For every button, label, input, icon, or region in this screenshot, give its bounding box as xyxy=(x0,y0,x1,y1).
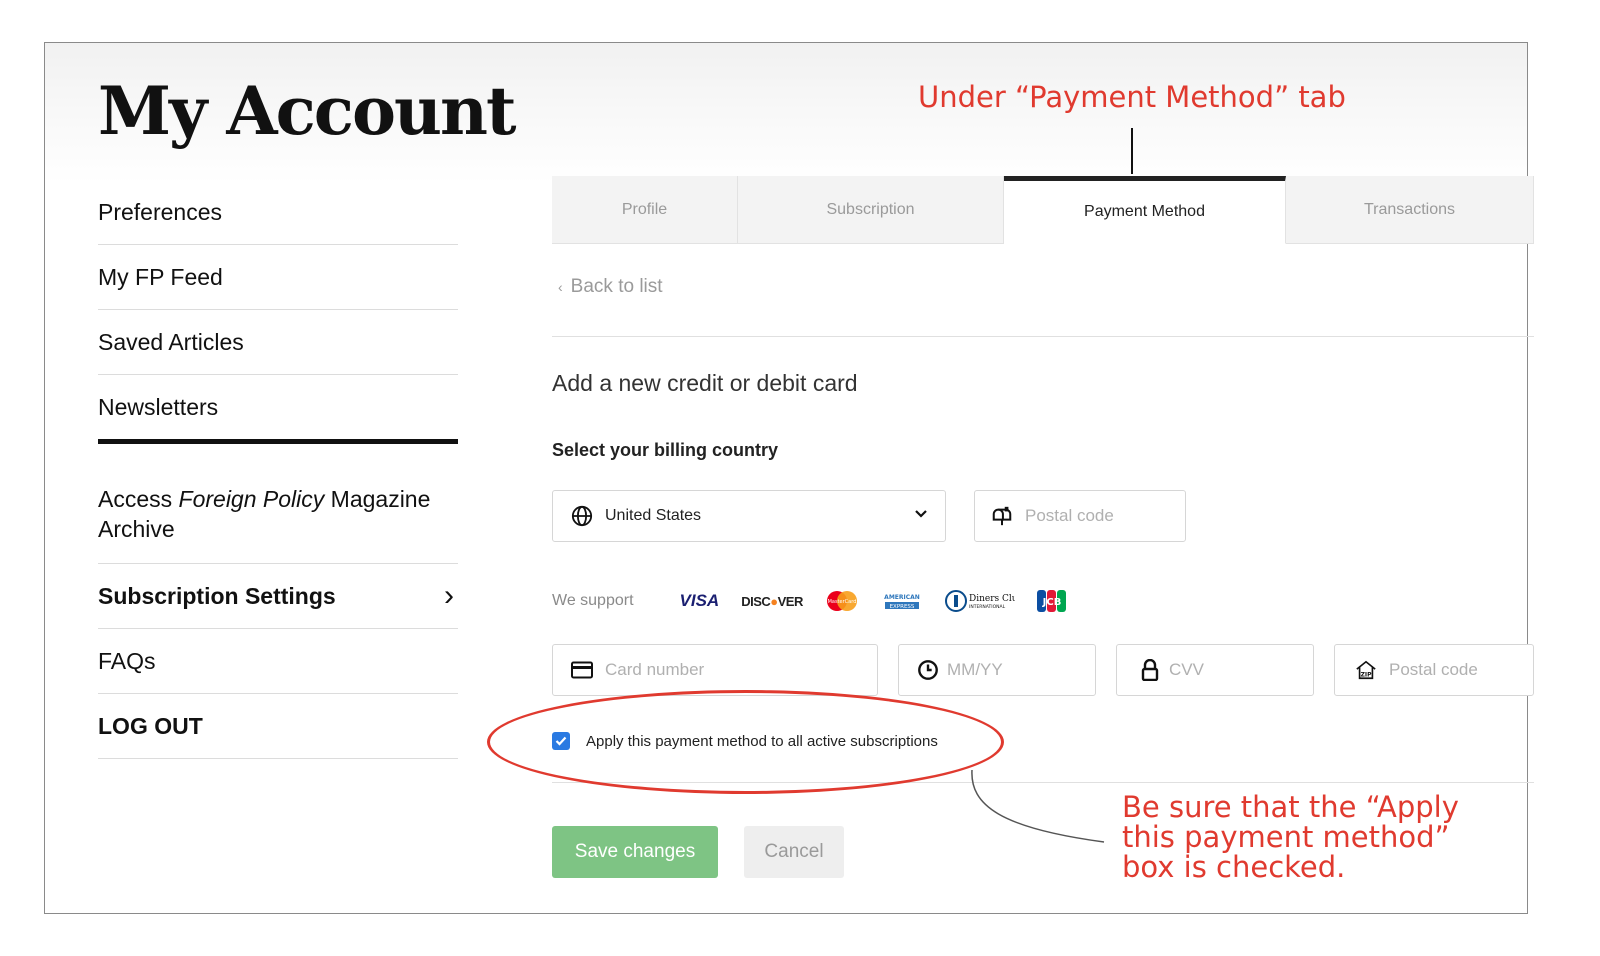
card-number-field[interactable]: Card number xyxy=(552,644,878,696)
chevron-left-icon: ‹ xyxy=(558,279,563,295)
svg-text:JCB: JCB xyxy=(1042,597,1062,608)
sidebar-item-label: Saved Articles xyxy=(98,328,244,355)
visa-logo: VISA xyxy=(679,591,720,610)
cvv-placeholder: CVV xyxy=(1169,660,1204,679)
we-support-label: We support xyxy=(552,592,634,609)
clock-icon xyxy=(915,659,941,681)
sidebar-item-label: LOG OUT xyxy=(98,712,203,739)
mailbox-icon xyxy=(989,505,1015,527)
sidebar-item-newsletters[interactable]: Newsletters xyxy=(98,375,458,444)
sidebar-item-label: Newsletters xyxy=(98,393,219,420)
diners-club-logo: Diners ClubINTERNATIONAL xyxy=(944,590,1015,612)
chevron-down-icon xyxy=(915,506,927,522)
svg-text:ZIP: ZIP xyxy=(1361,671,1373,678)
svg-text:EXPRESS: EXPRESS xyxy=(889,604,914,610)
tab-profile[interactable]: Profile xyxy=(552,176,738,244)
billing-postal-code-field[interactable]: Postal code xyxy=(974,490,1186,542)
sidebar-item-faqs[interactable]: FAQs xyxy=(98,629,458,694)
back-link-label: Back to list xyxy=(570,276,663,297)
sidebar-item-subscription-settings[interactable]: Subscription Settings › xyxy=(98,564,458,629)
expiry-placeholder: MM/YY xyxy=(947,660,1003,679)
archive-italic-title: Foreign Policy xyxy=(178,485,325,512)
postal-code-placeholder: Postal code xyxy=(1025,506,1114,525)
annotation-tab-note: Under “Payment Method” tab xyxy=(918,80,1346,114)
back-to-list-link[interactable]: ‹ Back to list xyxy=(558,276,663,298)
supported-cards: We support VISA DISC ● VER MasterCard AMER… xyxy=(552,590,1089,612)
svg-text:AMERICAN: AMERICAN xyxy=(884,594,920,601)
sidebar-item-magazine-archive[interactable]: Access Foreign Policy Magazine Archive xyxy=(98,444,458,564)
country-select-value: United States xyxy=(605,507,702,524)
tab-subscription[interactable]: Subscription xyxy=(738,176,1004,244)
sidebar-item-my-fp-feed[interactable]: My FP Feed xyxy=(98,245,458,310)
billing-country-label: Select your billing country xyxy=(552,440,779,460)
sidebar-item-preferences[interactable]: Preferences xyxy=(98,180,458,245)
card-postal-code-field[interactable]: ZIP Postal code xyxy=(1334,644,1534,696)
sidebar: Preferences My FP Feed Saved Articles Ne… xyxy=(98,180,458,759)
zip-house-icon: ZIP xyxy=(1353,659,1379,681)
credit-card-icon xyxy=(569,661,595,679)
annotation-connector-line xyxy=(971,770,1105,843)
archive-prefix: Access xyxy=(98,485,179,512)
sidebar-item-logout[interactable]: LOG OUT xyxy=(98,694,458,759)
globe-icon xyxy=(569,505,595,527)
amex-logo: AMERICAN EXPRESS xyxy=(880,591,923,611)
sidebar-item-saved-articles[interactable]: Saved Articles xyxy=(98,310,458,375)
sidebar-item-label: My FP Feed xyxy=(98,263,223,290)
cvv-field[interactable]: CVV xyxy=(1116,644,1314,696)
annotation-checkbox-note: Be sure that the “Apply this payment met… xyxy=(1122,790,1459,884)
tab-transactions[interactable]: Transactions xyxy=(1286,176,1534,244)
svg-text:MasterCard: MasterCard xyxy=(827,599,856,605)
divider xyxy=(552,336,1534,337)
annotation-pointer-line xyxy=(1131,128,1133,174)
expiry-date-field[interactable]: MM/YY xyxy=(898,644,1096,696)
svg-text:INTERNATIONAL: INTERNATIONAL xyxy=(969,604,1006,610)
sidebar-item-label: Preferences xyxy=(98,198,223,225)
card-postal-placeholder: Postal code xyxy=(1389,660,1478,679)
sidebar-item-label: Subscription Settings xyxy=(98,582,336,609)
svg-text:Diners Club: Diners Club xyxy=(969,594,1015,604)
annotation-highlight-ellipse xyxy=(487,690,1004,794)
card-number-placeholder: Card number xyxy=(605,660,705,679)
lock-icon xyxy=(1137,659,1163,681)
section-heading: Add a new credit or debit card xyxy=(552,370,858,396)
billing-country-select[interactable]: United States xyxy=(552,490,946,542)
page-title: My Account xyxy=(98,72,516,150)
jcb-logo: JCB xyxy=(1036,590,1067,612)
discover-logo: DISC ● VER xyxy=(741,593,803,609)
sidebar-item-label: Access Foreign Policy Magazine Archive xyxy=(98,484,458,544)
save-changes-button[interactable]: Save changes xyxy=(552,826,718,878)
sidebar-item-label: FAQs xyxy=(98,647,156,674)
account-tabs: Profile Subscription Payment Method Tran… xyxy=(552,176,1534,244)
tab-payment-method[interactable]: Payment Method xyxy=(1004,176,1286,244)
chevron-right-icon: › xyxy=(444,579,454,612)
mastercard-logo: MasterCard xyxy=(825,590,859,612)
cancel-button[interactable]: Cancel xyxy=(744,826,844,878)
